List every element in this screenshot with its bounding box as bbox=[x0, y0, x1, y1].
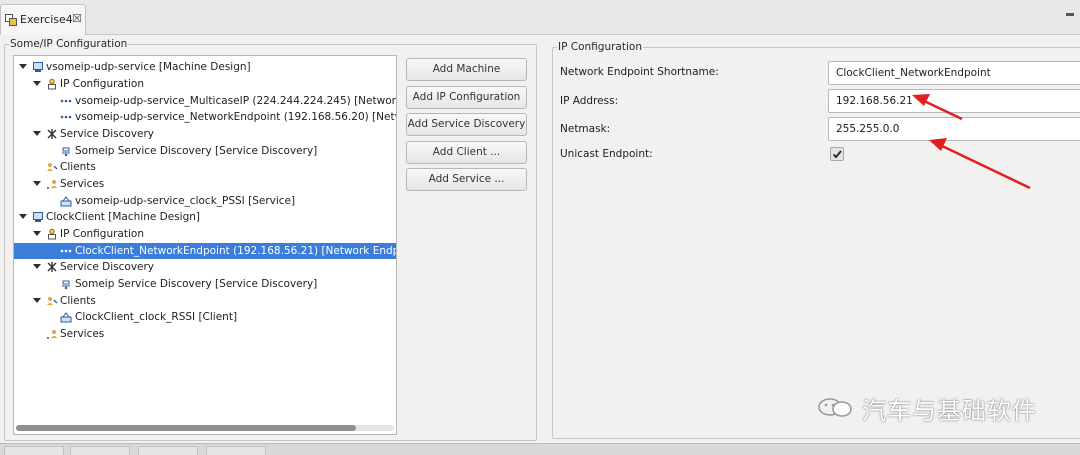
tree-row[interactable]: Service Discovery bbox=[14, 259, 396, 275]
bottom-tab[interactable] bbox=[4, 446, 64, 455]
tree-row-label: IP Configuration bbox=[60, 228, 144, 240]
tree-row[interactable]: IP Configuration bbox=[14, 226, 396, 242]
add-service-discovery-button[interactable]: Add Service Discovery bbox=[406, 113, 527, 136]
network-endpoint-icon bbox=[60, 99, 72, 103]
bottom-tab[interactable] bbox=[138, 446, 198, 455]
tree-row[interactable]: vsomeip-udp-service [Machine Design] bbox=[14, 59, 396, 75]
tree-row-label: ClockClient_clock_RSSI [Client] bbox=[75, 311, 238, 323]
unicast-endpoint-checkbox[interactable] bbox=[830, 147, 844, 161]
tree-row-label: vsomeip-udp-service_MulticaseIP (224.244… bbox=[75, 95, 396, 107]
tab-title: Exercise4 bbox=[20, 13, 73, 26]
sd-item-icon bbox=[62, 280, 70, 290]
tree-row[interactable]: vsomeip-udp-service_clock_PSSI [Service] bbox=[14, 193, 396, 209]
editor-tab-bar: Exercise4 ☒ bbox=[0, 0, 1080, 35]
add-ip-configuration-button[interactable]: Add IP Configuration bbox=[406, 86, 527, 109]
tree-row-label: Clients bbox=[60, 295, 96, 307]
expand-arrow-icon[interactable] bbox=[33, 298, 41, 303]
ip-config-icon bbox=[48, 78, 56, 90]
netmask-label: Netmask: bbox=[560, 123, 611, 135]
add-client-button[interactable]: Add Client ... bbox=[406, 141, 527, 164]
sd-item-icon bbox=[62, 147, 70, 157]
tree-row[interactable]: Service Discovery bbox=[14, 126, 396, 142]
network-endpoint-icon bbox=[60, 115, 72, 119]
machine-icon bbox=[33, 212, 43, 222]
ip-address-label: IP Address: bbox=[560, 95, 619, 107]
tree-row[interactable]: vsomeip-udp-service_MulticaseIP (224.244… bbox=[14, 93, 396, 109]
client-instance-icon bbox=[60, 312, 72, 323]
expand-arrow-icon[interactable] bbox=[19, 214, 27, 219]
service-instance-icon bbox=[60, 196, 72, 207]
tree-row-selected[interactable]: ClockClient_NetworkEndpoint (192.168.56.… bbox=[14, 243, 397, 259]
ip-config-icon bbox=[48, 228, 56, 240]
expand-arrow-icon[interactable] bbox=[33, 131, 41, 136]
service-discovery-icon bbox=[47, 129, 57, 139]
group-title: IP Configuration bbox=[557, 41, 643, 53]
expand-arrow-icon[interactable] bbox=[33, 81, 41, 86]
horizontal-scrollbar[interactable] bbox=[16, 425, 394, 431]
unicast-endpoint-label: Unicast Endpoint: bbox=[560, 148, 653, 160]
add-machine-button[interactable]: Add Machine bbox=[406, 58, 527, 81]
tree-row-label: Clients bbox=[60, 161, 96, 173]
tree-row[interactable]: Services bbox=[14, 176, 396, 192]
network-endpoint-icon bbox=[60, 249, 72, 253]
tree-row[interactable]: Clients bbox=[14, 293, 396, 309]
services-icon bbox=[47, 330, 57, 339]
services-icon bbox=[47, 180, 57, 189]
expand-arrow-icon[interactable] bbox=[19, 64, 27, 69]
group-title: Some/IP Configuration bbox=[9, 38, 129, 50]
expand-arrow-icon[interactable] bbox=[33, 231, 41, 236]
tree-row[interactable]: Someip Service Discovery [Service Discov… bbox=[14, 276, 396, 292]
tree-row[interactable]: ClockClient_clock_RSSI [Client] bbox=[14, 309, 396, 325]
tree-row-label: ClockClient [Machine Design] bbox=[46, 211, 200, 223]
tree-row-label: vsomeip-udp-service_clock_PSSI [Service] bbox=[75, 195, 296, 207]
netmask-field[interactable]: 255.255.0.0 bbox=[828, 117, 1080, 141]
clients-icon bbox=[47, 163, 58, 171]
tree-row-label: Services bbox=[60, 328, 105, 340]
tree-row-label: Service Discovery bbox=[60, 261, 155, 273]
expand-arrow-icon[interactable] bbox=[33, 264, 41, 269]
minimize-icon[interactable] bbox=[1066, 13, 1074, 16]
tree-row[interactable]: Clients bbox=[14, 159, 396, 175]
service-discovery-icon bbox=[47, 262, 57, 272]
tree-row[interactable]: vsomeip-udp-service_NetworkEndpoint (192… bbox=[14, 109, 396, 125]
configuration-tree[interactable]: vsomeip-udp-service [Machine Design] IP … bbox=[13, 55, 397, 435]
tree-row[interactable]: Someip Service Discovery [Service Discov… bbox=[14, 143, 396, 159]
machine-icon bbox=[33, 62, 43, 72]
shortname-field[interactable]: ClockClient_NetworkEndpoint bbox=[828, 61, 1080, 85]
tree-row-label: Someip Service Discovery [Service Discov… bbox=[75, 145, 318, 157]
expand-arrow-icon[interactable] bbox=[33, 181, 41, 186]
wechat-logo-icon bbox=[818, 398, 852, 417]
close-icon[interactable]: ☒ bbox=[72, 12, 82, 25]
tree-row[interactable]: ClockClient [Machine Design] bbox=[14, 209, 396, 225]
tab-exercise4[interactable]: Exercise4 ☒ bbox=[0, 4, 86, 35]
tree-row-label: vsomeip-udp-service [Machine Design] bbox=[46, 61, 251, 73]
bottom-tab[interactable] bbox=[206, 446, 266, 455]
tree-row-label: IP Configuration bbox=[60, 78, 144, 90]
tree-row-label: vsomeip-udp-service_NetworkEndpoint (192… bbox=[75, 111, 396, 123]
tree-row[interactable]: Services bbox=[14, 326, 396, 342]
checkmark-icon bbox=[832, 150, 842, 159]
clients-icon bbox=[47, 297, 58, 305]
tree-row-label: Someip Service Discovery [Service Discov… bbox=[75, 278, 318, 290]
bottom-tab[interactable] bbox=[70, 446, 130, 455]
model-editor-icon bbox=[5, 14, 17, 26]
tree-row-label: Services bbox=[60, 178, 105, 190]
bottom-panel-tabs bbox=[0, 443, 1080, 455]
tree-row[interactable]: IP Configuration bbox=[14, 76, 396, 92]
add-service-button[interactable]: Add Service ... bbox=[406, 168, 527, 191]
ip-address-field[interactable]: 192.168.56.21 bbox=[828, 89, 1080, 113]
shortname-label: Network Endpoint Shortname: bbox=[560, 66, 719, 78]
scrollbar-thumb[interactable] bbox=[16, 425, 356, 431]
tree-row-label: Service Discovery bbox=[60, 128, 155, 140]
tree-row-label: ClockClient_NetworkEndpoint (192.168.56.… bbox=[75, 245, 397, 257]
watermark-text: 汽车与基础软件 bbox=[862, 397, 1037, 425]
